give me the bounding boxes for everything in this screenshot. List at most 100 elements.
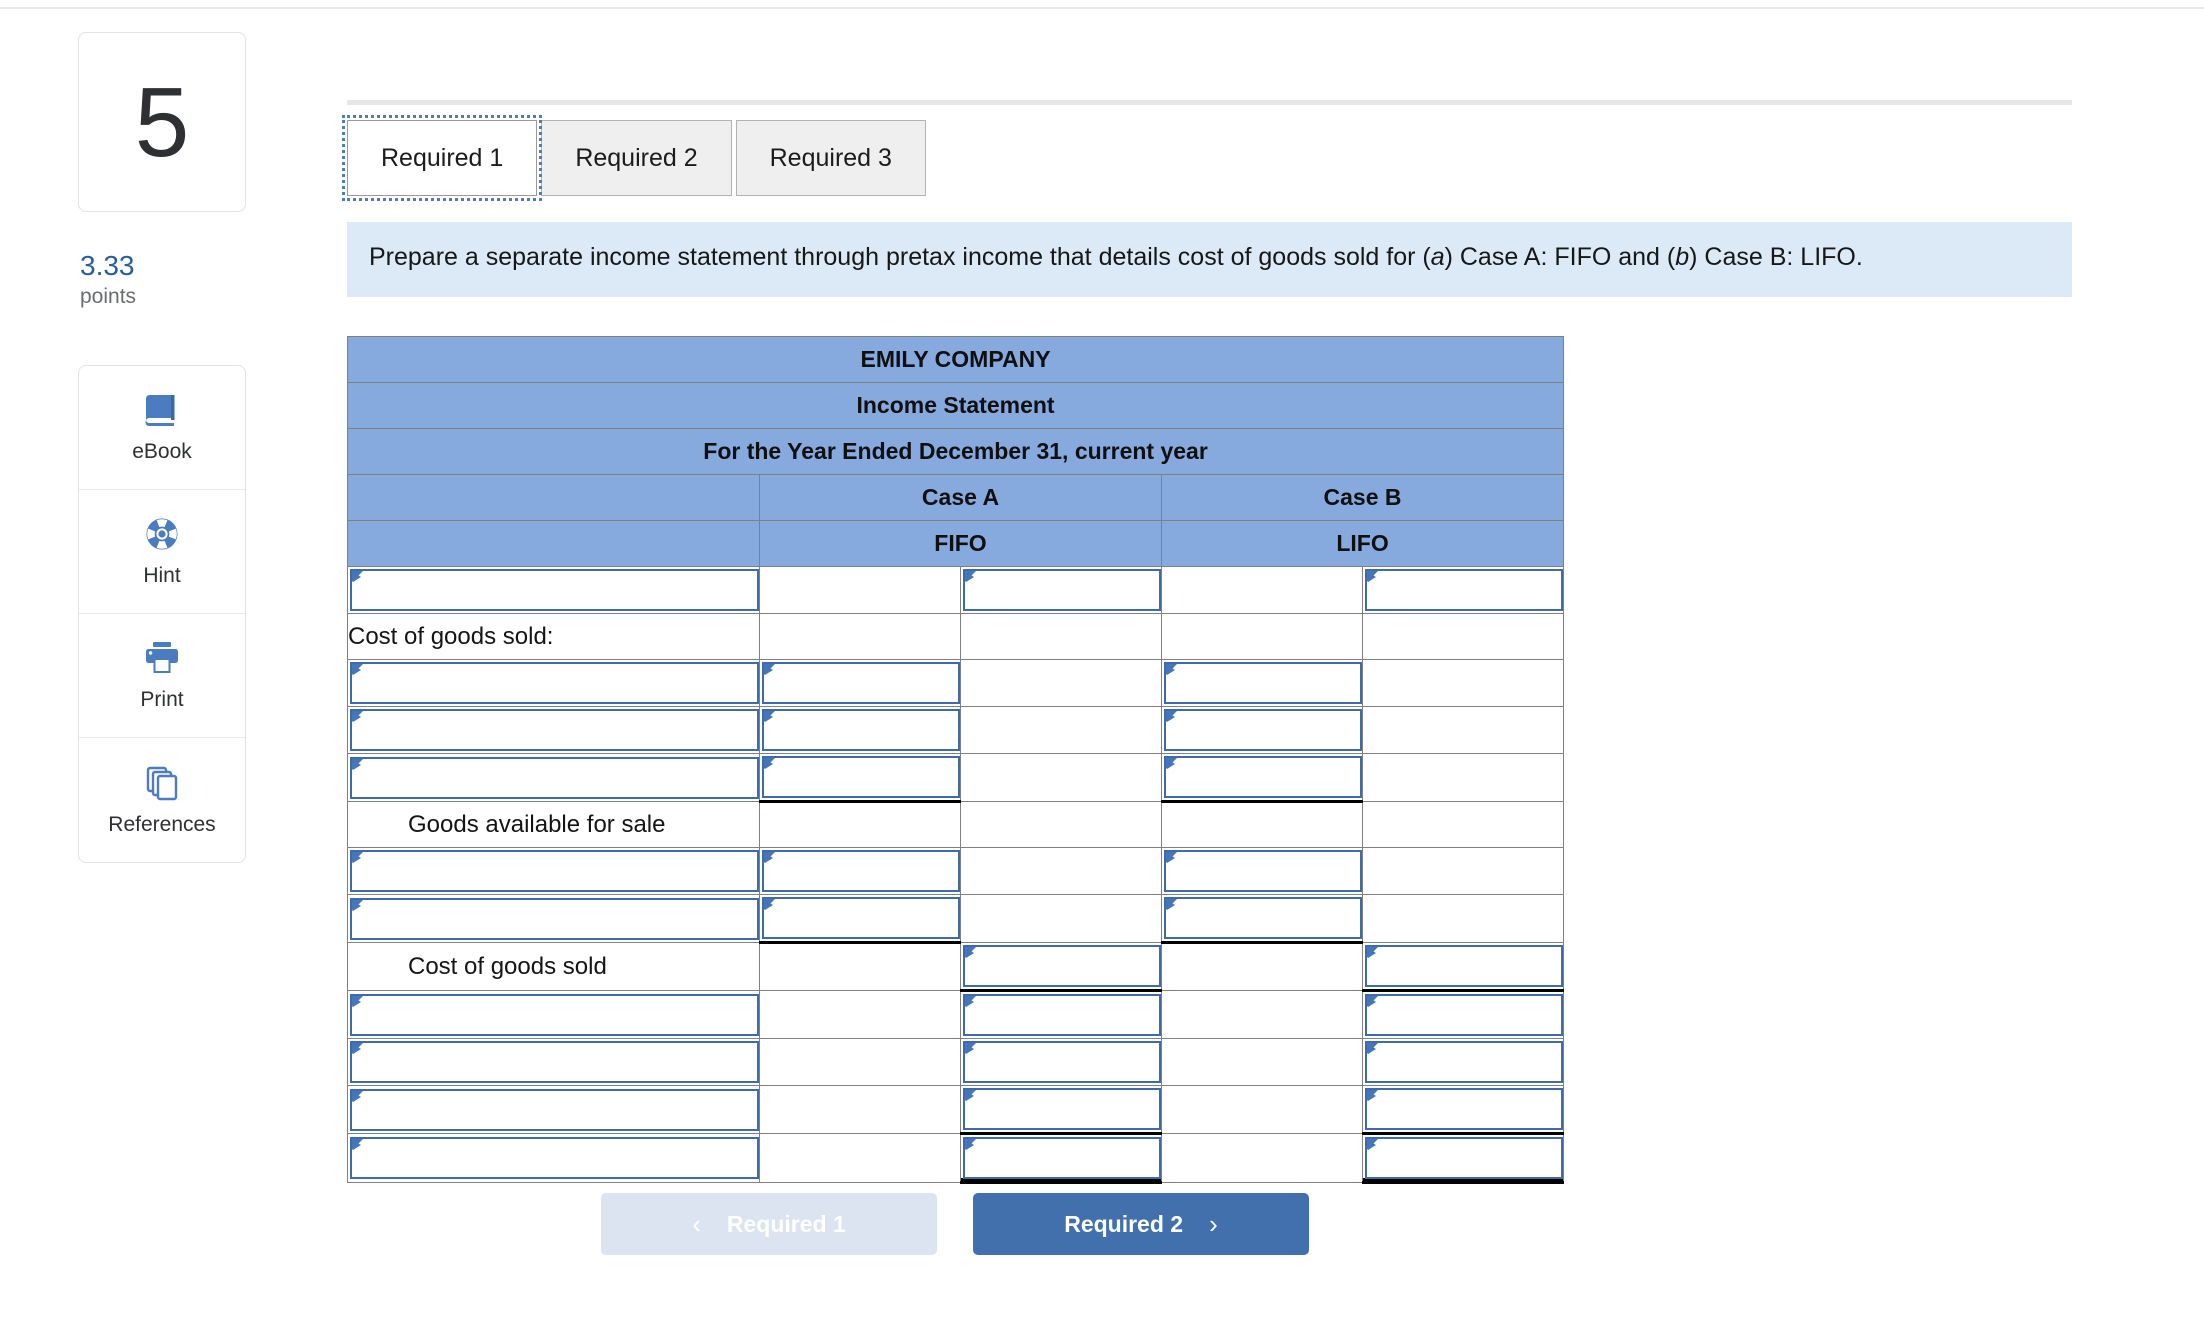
case-a-col1-cell <box>759 566 961 614</box>
prev-required-button[interactable]: ‹ Required 1 <box>601 1193 937 1255</box>
account-select[interactable] <box>350 1137 759 1179</box>
case-b-col2-cell <box>1361 566 1565 614</box>
case-a-col1-cell <box>759 801 961 848</box>
tab-required-1[interactable]: Required 1 <box>341 115 543 201</box>
case-a-col2-cell <box>960 801 1162 848</box>
case-b-header: Case B <box>1160 474 1565 521</box>
case-a-col2-amount-input[interactable] <box>963 569 1161 611</box>
case-b-col1-cell <box>1161 847 1363 895</box>
case-a-col2-amount-input[interactable] <box>963 1088 1161 1130</box>
account-select[interactable] <box>350 569 759 611</box>
case-a-col2-cell <box>960 613 1162 660</box>
case-a-col2-amount-input[interactable] <box>963 994 1161 1036</box>
points-value: 3.33 <box>80 250 135 281</box>
case-a-col1-amount-input[interactable] <box>762 709 960 751</box>
row-label-dropdown-cell <box>347 847 760 895</box>
case-b-col1-amount-input[interactable] <box>1164 850 1362 892</box>
case-b-col2-amount-input[interactable] <box>1365 1088 1564 1130</box>
tab-required-2[interactable]: Required 2 <box>541 120 732 196</box>
case-a-col1-cell <box>759 847 961 895</box>
row-label-dropdown-cell <box>347 990 760 1039</box>
case-b-col1-cell <box>1161 1085 1363 1134</box>
account-select[interactable] <box>350 993 759 1036</box>
worksheet-input-row <box>347 566 1565 614</box>
case-a-col2-cell <box>960 942 1162 992</box>
case-b-col1-amount-input[interactable] <box>1164 709 1362 751</box>
case-b-col2-cell <box>1361 1038 1565 1086</box>
case-a-col2-cell <box>960 990 1162 1039</box>
case-b-col2-amount-input[interactable] <box>1365 569 1564 611</box>
tool-panel: eBook Hint Print References <box>78 364 246 863</box>
sidebar-item-references[interactable]: References <box>79 738 245 862</box>
case-a-col1-amount-input[interactable] <box>762 850 960 892</box>
question-number: 5 <box>134 67 190 177</box>
hint-lifering-icon <box>142 514 182 554</box>
row-label-dropdown-cell <box>347 894 760 943</box>
case-b-col2-amount-input[interactable] <box>1365 1041 1564 1083</box>
case-a-col1-cell <box>759 1085 961 1134</box>
sidebar-item-hint[interactable]: Hint <box>79 490 245 614</box>
case-b-col2-amount-input[interactable] <box>1365 1137 1564 1179</box>
case-a-col1-amount-input[interactable] <box>762 756 960 798</box>
case-a-col2-amount-input[interactable] <box>963 1041 1161 1083</box>
row-label: Goods available for sale <box>347 801 760 848</box>
tab-required-3[interactable]: Required 3 <box>735 120 926 196</box>
points-block: 3.33 points <box>78 250 248 312</box>
worksheet-input-row <box>347 894 1565 944</box>
row-label-dropdown-cell <box>347 753 760 802</box>
case-a-col1-cell <box>759 753 961 803</box>
printer-icon <box>142 638 182 678</box>
sidebar-item-label: References <box>108 812 216 836</box>
case-b-col2-cell <box>1361 847 1565 895</box>
tab-label: Required 3 <box>769 143 892 172</box>
worksheet-input-row <box>347 1085 1565 1135</box>
account-select[interactable] <box>350 850 759 892</box>
instruction-text-part2: ) Case A: FIFO and ( <box>1444 243 1676 271</box>
account-select[interactable] <box>350 756 759 799</box>
case-b-col1-cell <box>1161 753 1363 803</box>
tab-label: Required 2 <box>575 143 698 172</box>
chevron-right-icon: › <box>1209 1208 1218 1239</box>
case-a-col2-amount-input[interactable] <box>963 945 1161 987</box>
instruction-em-a: a <box>1430 243 1445 271</box>
account-select[interactable] <box>350 1041 759 1083</box>
case-b-col1-amount-input[interactable] <box>1164 897 1362 939</box>
method-b-header: LIFO <box>1160 520 1565 567</box>
sidebar-item-ebook[interactable]: eBook <box>79 366 245 490</box>
case-b-col1-cell <box>1161 942 1363 991</box>
account-select[interactable] <box>350 709 759 751</box>
instruction-text-part3: ) Case B: LIFO. <box>1689 243 1863 271</box>
horizontal-scrollbar[interactable] <box>347 100 2072 105</box>
case-a-col1-amount-input[interactable] <box>762 662 960 704</box>
case-b-col1-cell <box>1161 990 1363 1039</box>
sidebar-item-label: eBook <box>132 440 192 464</box>
case-b-col1-cell <box>1161 1133 1363 1183</box>
company-name: EMILY COMPANY <box>346 336 1565 383</box>
worksheet-entry-rows: Cost of goods sold: Goods available for s… <box>347 566 1565 1184</box>
case-a-col2-amount-input[interactable] <box>963 1137 1161 1179</box>
case-a-col2-cell <box>960 706 1162 754</box>
worksheet-input-row <box>347 847 1565 895</box>
row-label-dropdown-cell <box>347 1133 760 1183</box>
case-b-col2-amount-input[interactable] <box>1365 994 1564 1036</box>
case-a-col1-cell <box>759 942 961 991</box>
case-b-col2-cell <box>1361 942 1565 992</box>
case-b-col1-amount-input[interactable] <box>1164 756 1362 798</box>
sidebar-item-label: Hint <box>143 564 181 588</box>
account-select[interactable] <box>350 662 759 704</box>
worksheet-input-row <box>347 753 1565 803</box>
worksheet-method-header-row: FIFO LIFO <box>347 520 1565 567</box>
points-label: points <box>80 285 137 309</box>
top-divider <box>0 7 2204 9</box>
sidebar-item-print[interactable]: Print <box>79 614 245 738</box>
case-a-col1-cell <box>759 1133 961 1183</box>
case-b-col1-amount-input[interactable] <box>1164 662 1362 704</box>
next-required-button[interactable]: Required 2 › <box>973 1193 1309 1255</box>
case-b-col2-cell <box>1361 753 1565 802</box>
account-select[interactable] <box>350 897 759 940</box>
instruction-em-b: b <box>1675 243 1690 271</box>
case-a-col1-amount-input[interactable] <box>762 897 960 939</box>
case-b-col2-amount-input[interactable] <box>1365 945 1564 987</box>
case-b-col2-cell <box>1361 659 1565 707</box>
account-select[interactable] <box>350 1088 759 1131</box>
